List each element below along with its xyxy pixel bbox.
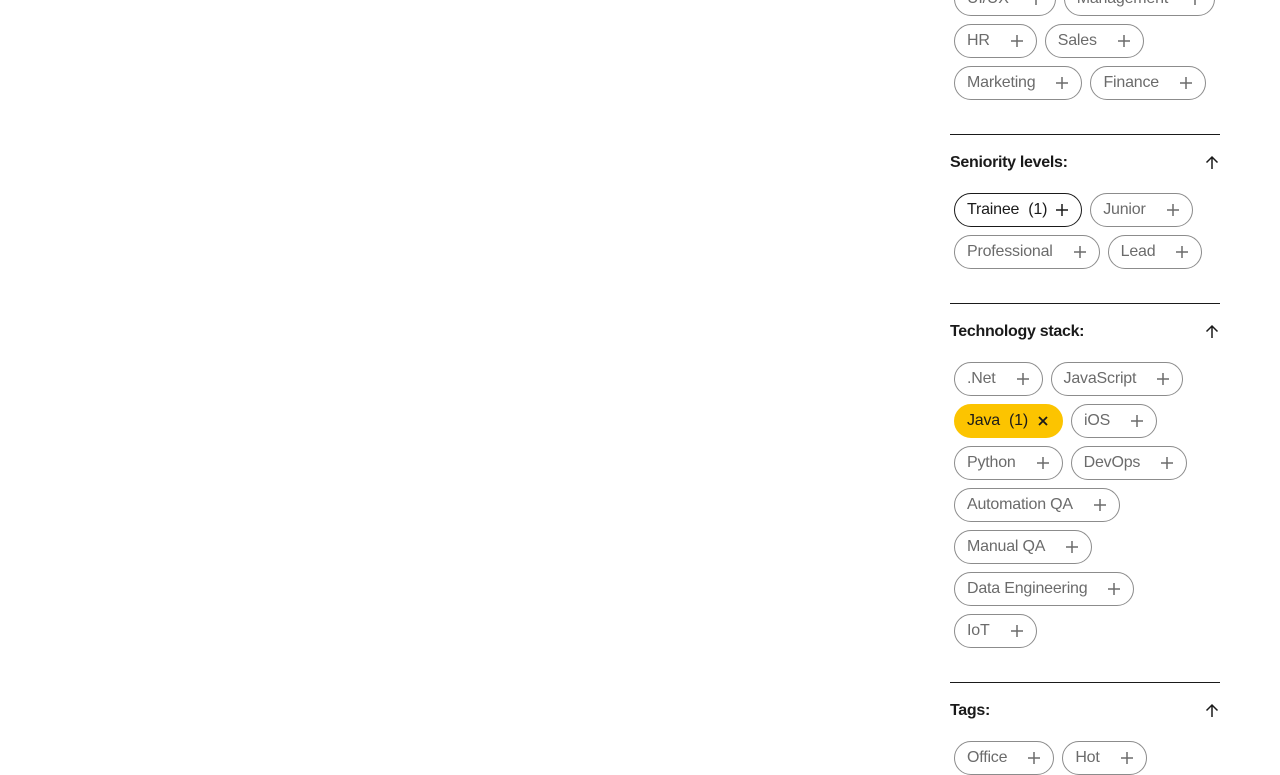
chip-label: .Net [967, 370, 996, 387]
chip-label: Python [967, 454, 1016, 471]
chip-label: iOS [1083, 412, 1111, 429]
chip-label: Hot [1075, 749, 1100, 766]
chip-label: Sales [1057, 32, 1097, 49]
filter-chip[interactable]: Java (1) [954, 404, 1063, 438]
filter-chip[interactable]: Automation QA [954, 488, 1120, 522]
chip-label: Professional [967, 243, 1053, 260]
chip-label: Trainee [967, 201, 1020, 218]
arrow-up-icon[interactable] [1204, 703, 1220, 719]
filter-chip[interactable]: JavaScript [1050, 362, 1184, 396]
plus-icon[interactable] [1156, 372, 1170, 386]
filter-chip[interactable]: Management [1063, 0, 1216, 16]
filter-panel: UI/UX Management HR Sales Marketing Finance S… [950, 0, 1220, 775]
plus-icon[interactable] [1175, 245, 1189, 259]
plus-icon[interactable] [1073, 245, 1087, 259]
filter-chip[interactable]: Hot [1062, 741, 1147, 775]
plus-icon[interactable] [1010, 34, 1024, 48]
plus-icon[interactable] [1160, 456, 1174, 470]
main-content-area [0, 0, 940, 720]
plus-icon[interactable] [1016, 372, 1030, 386]
plus-icon[interactable] [1027, 751, 1041, 765]
seniority-header[interactable]: Seniority levels: [950, 153, 1220, 173]
plus-icon[interactable] [1093, 498, 1107, 512]
department-chips: UI/UX Management HR Sales Marketing Finance [950, 0, 1220, 100]
arrow-up-icon[interactable] [1204, 324, 1220, 340]
plus-icon[interactable] [1055, 203, 1069, 217]
plus-icon[interactable] [1179, 76, 1193, 90]
section-title: Seniority levels: [950, 154, 1068, 171]
tags-chips: Office Hot [950, 741, 1220, 775]
chip-label: Lead [1120, 243, 1156, 260]
chip-label: Data Engineering [967, 580, 1088, 597]
filter-chip[interactable]: HR [954, 24, 1037, 58]
chip-label: HR [967, 32, 990, 49]
filter-chip[interactable]: Finance [1090, 66, 1206, 100]
chip-label: Marketing [967, 74, 1036, 91]
filter-chip[interactable]: Lead [1107, 235, 1203, 269]
filter-chip[interactable]: Manual QA [954, 530, 1093, 564]
plus-icon[interactable] [1130, 414, 1144, 428]
filter-chip[interactable]: Data Engineering [954, 572, 1135, 606]
chip-label: Java [967, 412, 1000, 429]
filter-chip[interactable]: Marketing [954, 66, 1083, 100]
chip-count: (1) [1009, 412, 1028, 429]
close-icon[interactable] [1036, 414, 1050, 428]
seniority-chips: Trainee (1) Junior Professional Lead [950, 193, 1220, 269]
section-title: Technology stack: [950, 323, 1085, 340]
plus-icon[interactable] [1010, 624, 1024, 638]
filter-chip[interactable]: Trainee (1) [954, 193, 1083, 227]
chip-count: (1) [1028, 201, 1048, 218]
seniority-section: Seniority levels: Trainee (1) Junior Profes… [950, 134, 1220, 269]
technology-chips: .Net JavaScript Java (1) iOS Python DevOps Auto… [950, 362, 1220, 648]
filter-chip[interactable]: UI/UX [954, 0, 1056, 16]
plus-icon[interactable] [1029, 0, 1043, 6]
chip-label: IoT [967, 622, 990, 639]
filter-chip[interactable]: iOS [1070, 404, 1158, 438]
plus-icon[interactable] [1188, 0, 1202, 6]
arrow-up-icon[interactable] [1204, 155, 1220, 171]
chip-label: Office [967, 749, 1008, 766]
filter-chip[interactable]: DevOps [1070, 446, 1188, 480]
filter-chip[interactable]: Office [954, 741, 1055, 775]
plus-icon[interactable] [1166, 203, 1180, 217]
technology-header[interactable]: Technology stack: [950, 322, 1220, 342]
filter-chip[interactable]: Junior [1090, 193, 1193, 227]
chip-label: Manual QA [967, 538, 1046, 555]
tags-header[interactable]: Tags: [950, 701, 1220, 721]
technology-section: Technology stack: .Net JavaScript Java (1) i… [950, 303, 1220, 648]
section-title: Tags: [950, 702, 990, 719]
chip-label: Finance [1103, 74, 1159, 91]
filter-chip[interactable]: .Net [954, 362, 1043, 396]
plus-icon[interactable] [1065, 540, 1079, 554]
filter-chip[interactable]: Professional [954, 235, 1100, 269]
chip-label: UI/UX [967, 0, 1009, 8]
plus-icon[interactable] [1107, 582, 1121, 596]
filter-chip[interactable]: Python [954, 446, 1063, 480]
plus-icon[interactable] [1120, 751, 1134, 765]
plus-icon[interactable] [1055, 76, 1069, 90]
chip-label: Automation QA [967, 496, 1073, 513]
chip-label: DevOps [1083, 454, 1141, 471]
chip-label: Management [1077, 0, 1169, 8]
plus-icon[interactable] [1036, 456, 1050, 470]
filter-chip[interactable]: IoT [954, 614, 1037, 648]
filter-chip[interactable]: Sales [1044, 24, 1144, 58]
chip-label: JavaScript [1063, 370, 1137, 387]
tags-section: Tags: Office Hot [950, 682, 1220, 775]
plus-icon[interactable] [1117, 34, 1131, 48]
chip-label: Junior [1103, 201, 1146, 218]
